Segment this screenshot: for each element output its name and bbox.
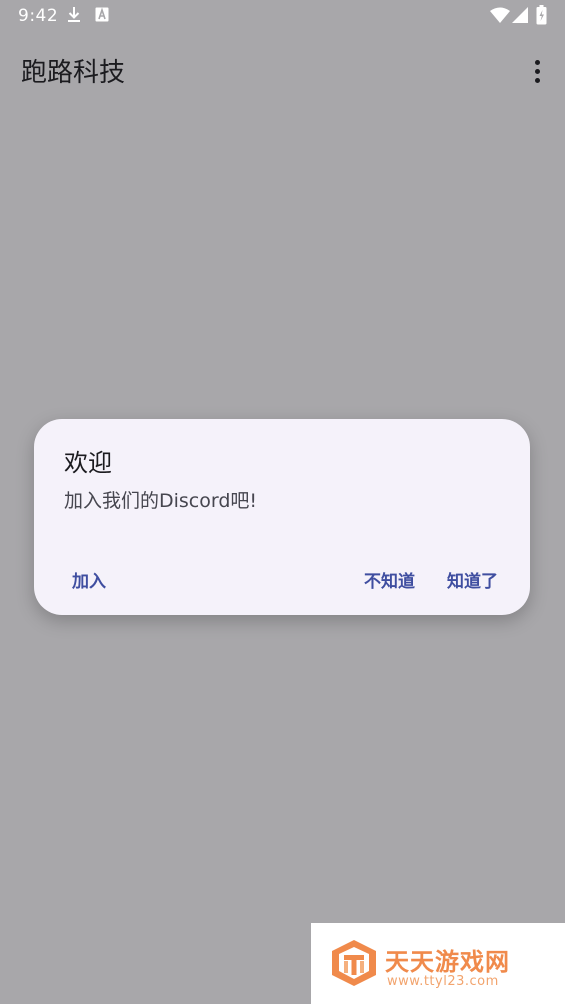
watermark: 天天游戏网 www.ttyl23.com xyxy=(311,923,565,1004)
signal-icon xyxy=(512,7,528,28)
more-options-button[interactable] xyxy=(524,56,550,86)
watermark-logo-icon xyxy=(329,937,379,993)
dont-know-button[interactable]: 不知道 xyxy=(364,559,415,599)
watermark-title: 天天游戏网 xyxy=(385,948,510,976)
download-icon xyxy=(66,6,82,28)
dialog-title: 欢迎 xyxy=(64,449,112,477)
status-time: 9:42 xyxy=(18,6,59,26)
more-vert-icon xyxy=(534,59,540,65)
join-button[interactable]: 加入 xyxy=(72,559,106,599)
page-title: 跑路科技 xyxy=(21,58,126,88)
battery-charging-icon xyxy=(536,5,547,29)
status-bar: 9:42 xyxy=(0,0,565,34)
wifi-icon xyxy=(490,7,510,28)
got-it-button[interactable]: 知道了 xyxy=(447,559,498,599)
a-box-icon xyxy=(95,6,109,27)
welcome-dialog: 欢迎 加入我们的Discord吧! 加入 不知道 知道了 xyxy=(34,419,530,615)
app-bar: 跑路科技 xyxy=(0,34,565,106)
watermark-url: www.ttyl23.com xyxy=(387,974,499,989)
dialog-message: 加入我们的Discord吧! xyxy=(64,490,258,512)
